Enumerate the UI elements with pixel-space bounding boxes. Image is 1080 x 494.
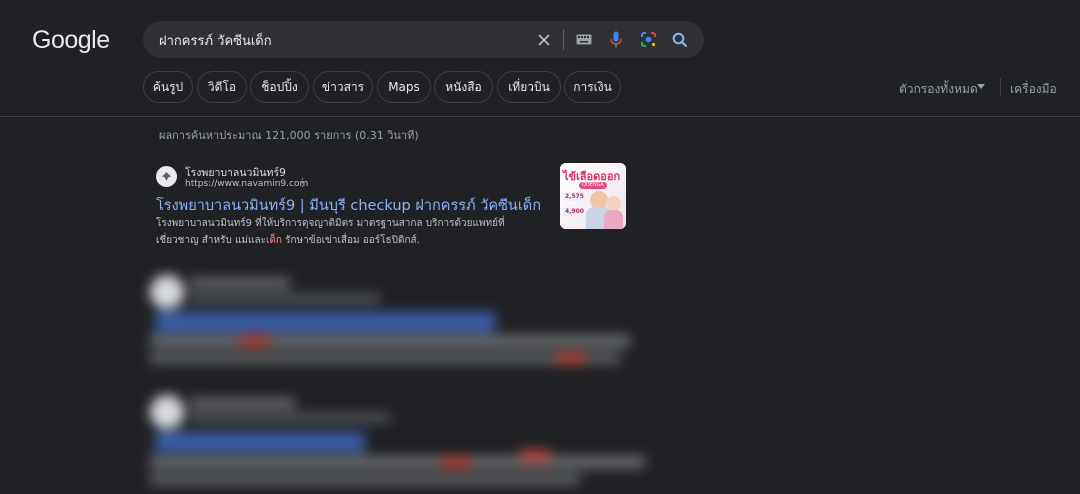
blurred-highlight [520,450,550,462]
blurred-favicon [150,395,184,429]
blurred-result-1 [0,0,1080,494]
blurred-line [150,352,620,364]
blurred-line [150,456,645,468]
blurred-highlight [240,335,270,347]
blurred-highlight [555,352,585,364]
blurred-line [190,398,295,408]
blurred-highlight [440,456,470,468]
blurred-title [155,312,495,332]
blurred-line [190,278,290,288]
blurred-line [150,473,580,485]
blurred-line [150,335,630,347]
blurred-line [190,413,390,422]
blurred-title [155,432,365,452]
blurred-favicon [150,275,184,309]
blurred-line [190,294,380,303]
